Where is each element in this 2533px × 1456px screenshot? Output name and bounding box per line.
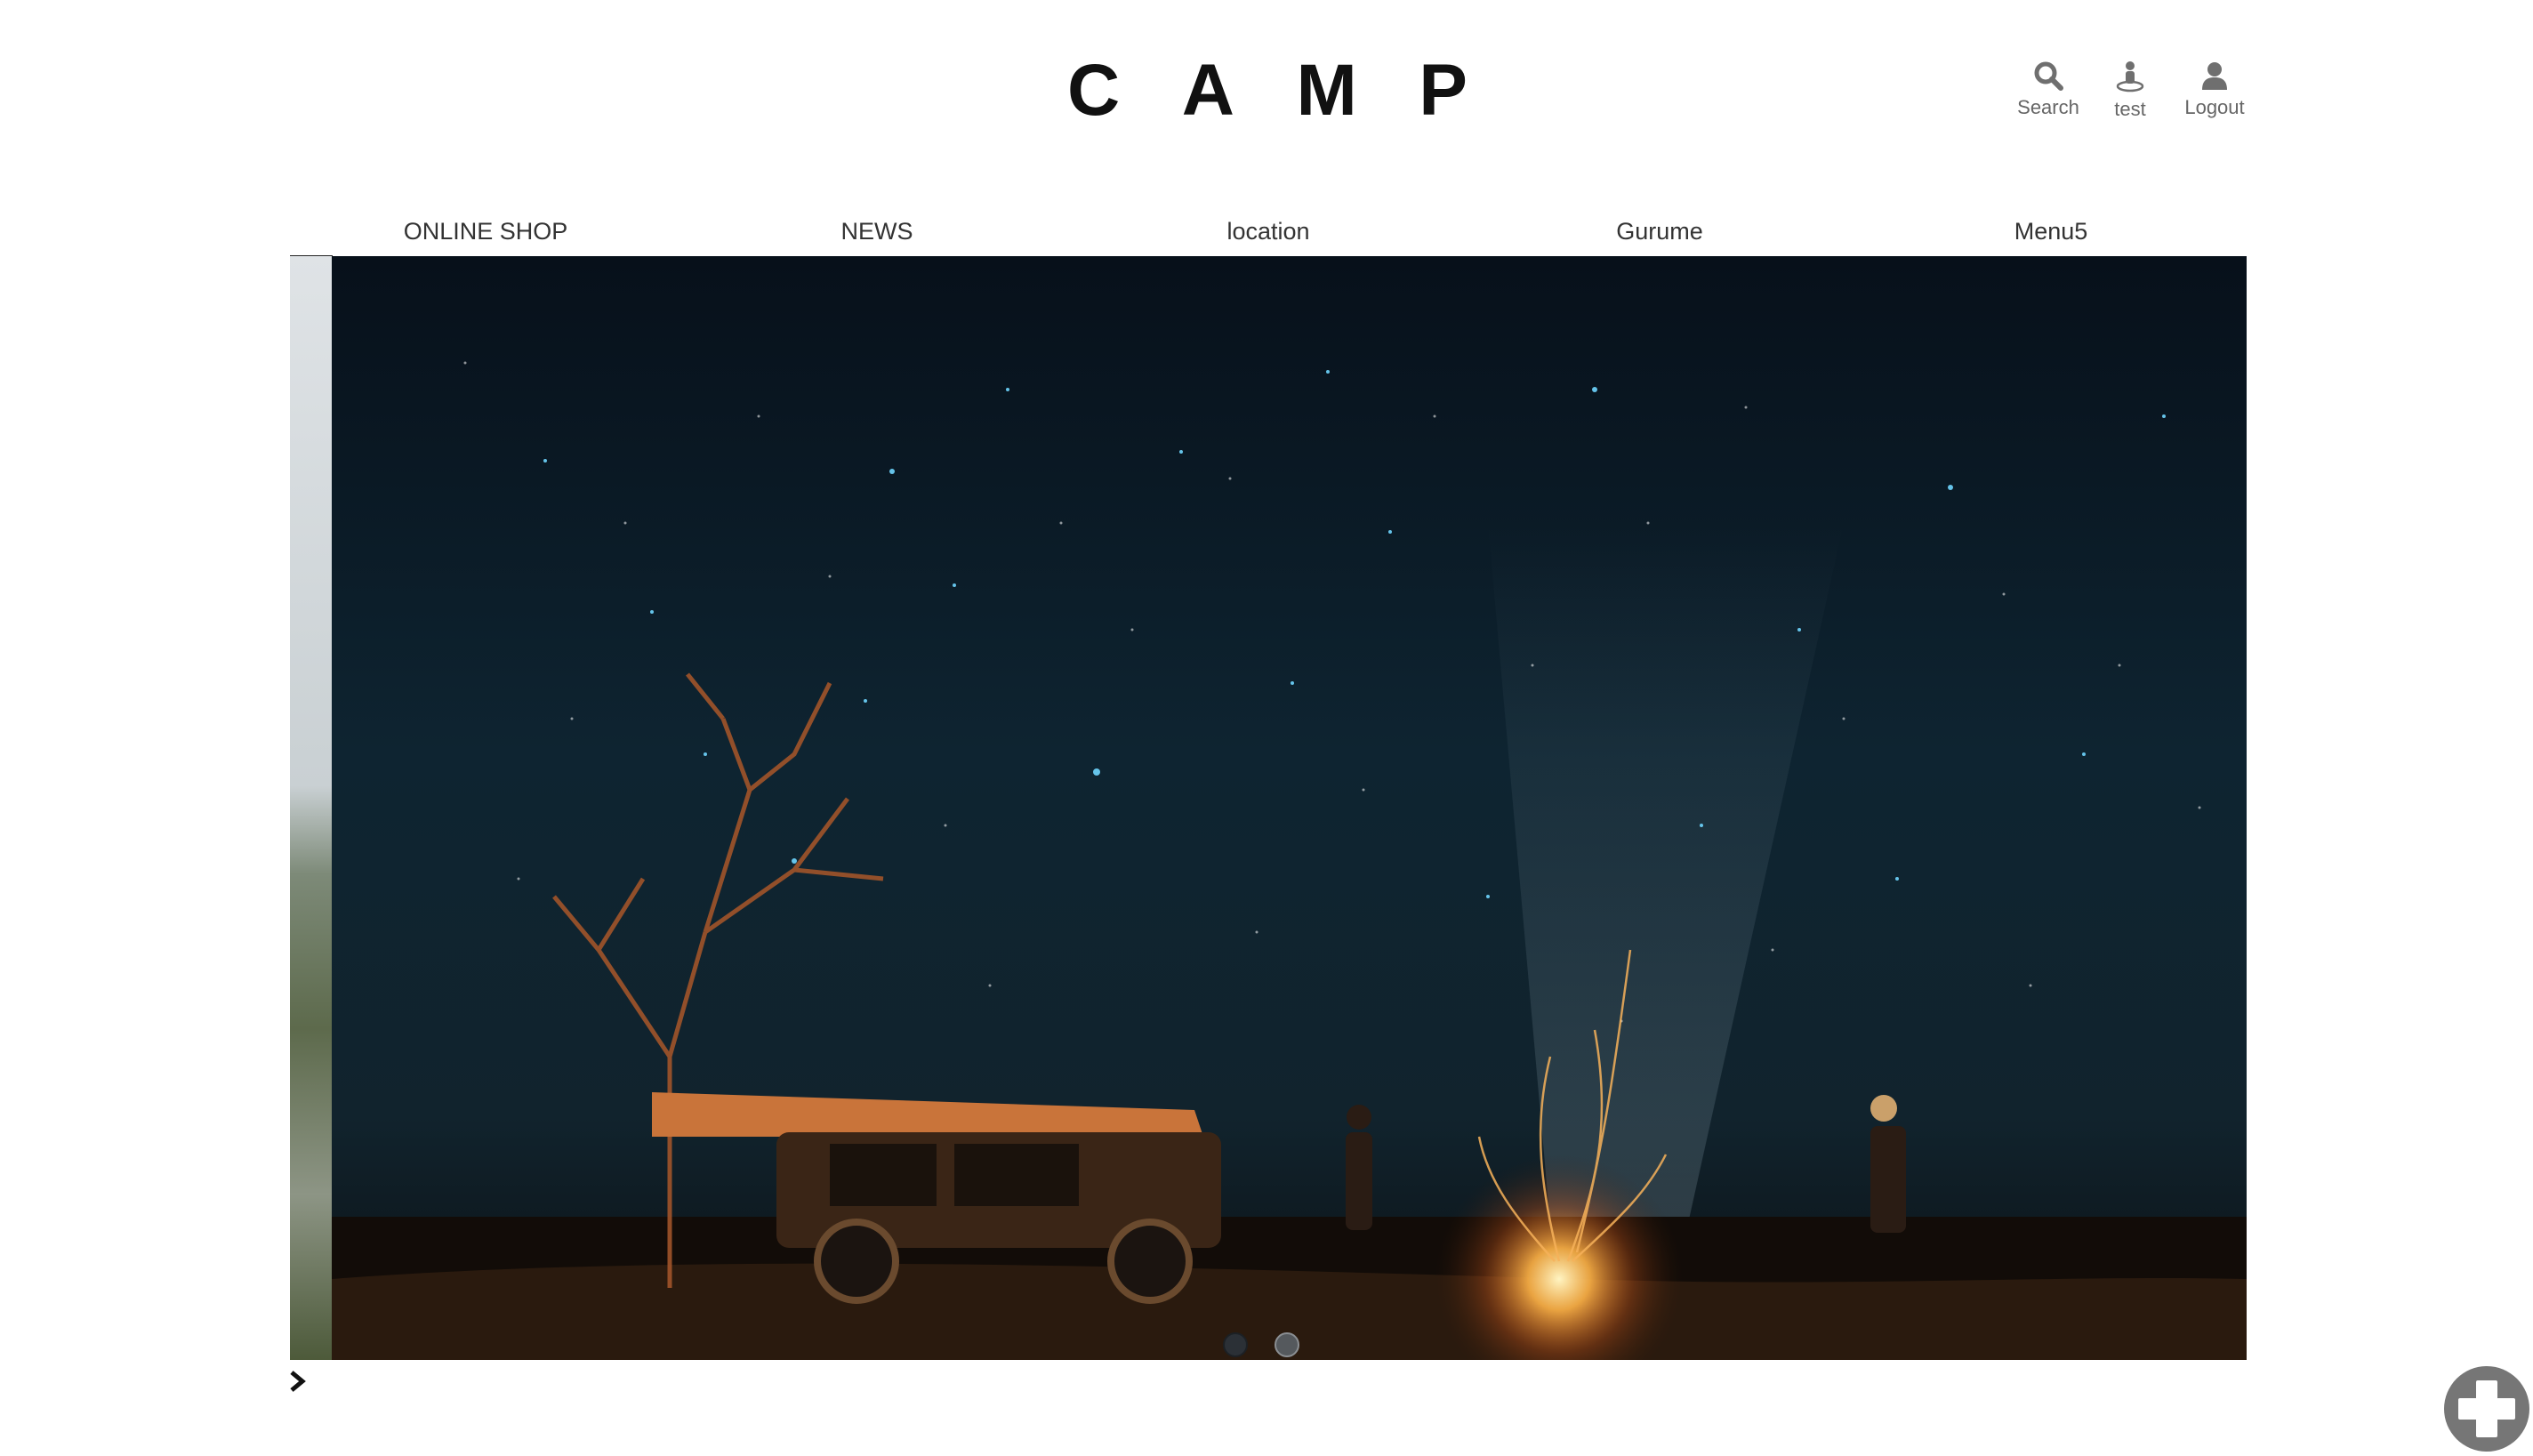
search-icon <box>2034 61 2063 91</box>
logout-button[interactable]: Logout <box>2170 60 2259 119</box>
hero-slide-image <box>332 256 2247 1360</box>
site-logo[interactable]: C A M P <box>1067 46 1468 135</box>
chevron-right-icon[interactable] <box>286 1370 310 1393</box>
logo-letter: M <box>1296 50 1357 131</box>
logo-letter: P <box>1419 50 1468 131</box>
account-button[interactable]: test <box>2099 60 2161 121</box>
nav-item-menu5[interactable]: Menu5 <box>1855 206 2247 256</box>
user-icon <box>2202 62 2227 90</box>
search-button[interactable]: Search <box>2001 60 2095 119</box>
slider-dot[interactable] <box>1223 1332 1248 1357</box>
nav-item-gurume[interactable]: Gurume <box>1464 206 1855 256</box>
nav-item-news[interactable]: NEWS <box>681 206 1073 256</box>
slider-pagination <box>1223 1332 1299 1357</box>
search-label: Search <box>2017 96 2079 118</box>
previous-slide-peek[interactable] <box>290 256 332 1360</box>
slider-dot[interactable] <box>1275 1332 1299 1357</box>
logout-label: Logout <box>2184 96 2245 118</box>
logo-letter: C <box>1067 50 1121 131</box>
plus-icon <box>2458 1380 2515 1437</box>
nav-item-online-shop[interactable]: ONLINE SHOP <box>290 206 681 256</box>
global-nav: ONLINE SHOP NEWS location Gurume Menu5 <box>290 206 2247 256</box>
person-pin-icon <box>2116 61 2144 93</box>
logo-letter: A <box>1181 50 1234 131</box>
nav-item-location[interactable]: location <box>1073 206 1464 256</box>
account-label: test <box>2114 98 2146 120</box>
hero-slider[interactable] <box>290 256 2247 1360</box>
add-button[interactable] <box>2444 1366 2529 1452</box>
